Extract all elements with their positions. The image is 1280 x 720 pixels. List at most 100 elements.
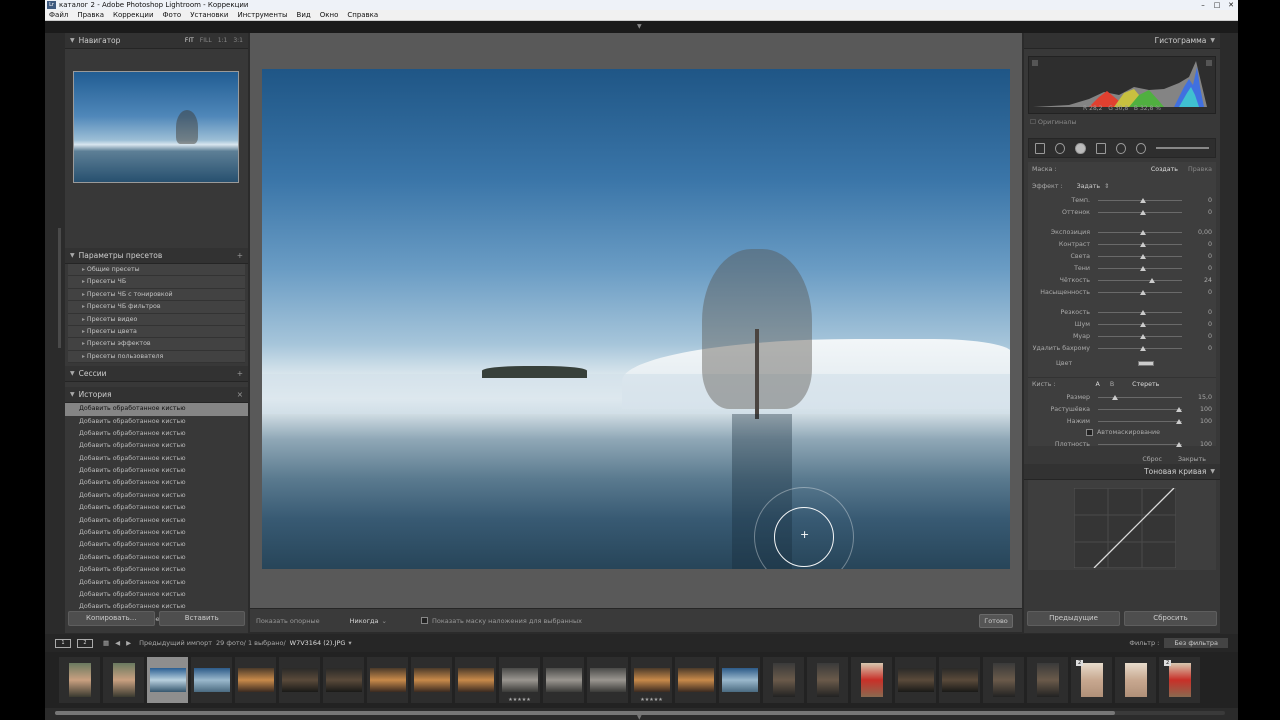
brush-slider[interactable]: Нажим 100 — [1028, 415, 1216, 427]
slider-value[interactable]: 24 — [1182, 277, 1212, 284]
brush-b-tab[interactable]: B — [1110, 381, 1114, 388]
preset-folder[interactable]: Пресеты пользователя — [68, 350, 245, 364]
history-item[interactable]: Добавить обработанное кистью — [65, 577, 248, 589]
color-swatch[interactable] — [1138, 361, 1155, 366]
filmstrip-thumbnail[interactable] — [587, 657, 628, 703]
slider-handle[interactable] — [1140, 241, 1146, 247]
history-item[interactable]: Добавить обработанное кистью — [65, 440, 248, 452]
effect-slider[interactable]: Чёткость 24 — [1028, 274, 1216, 286]
effect-slider[interactable]: Экспозиция 0,00 — [1028, 226, 1216, 238]
mask-close-button[interactable]: Закрыть — [1178, 456, 1206, 463]
tone-curve[interactable] — [1028, 480, 1216, 570]
history-item[interactable]: Добавить обработанное кистью — [65, 453, 248, 465]
slider-handle[interactable] — [1112, 394, 1118, 400]
effect-slider[interactable]: Резкость 0 — [1028, 306, 1216, 318]
filmstrip-thumbnail[interactable]: 2 — [1071, 657, 1112, 703]
tone-curve-graph[interactable] — [1074, 488, 1176, 568]
history-item[interactable]: Добавить обработанное кистью — [65, 502, 248, 514]
slider-handle[interactable] — [1140, 309, 1146, 315]
filmstrip-thumbnail[interactable] — [939, 657, 980, 703]
overlay-checkbox[interactable] — [420, 617, 428, 624]
preset-folder[interactable]: Пресеты ЧБ фильтров — [68, 301, 245, 314]
filmstrip-thumbnail[interactable] — [279, 657, 320, 703]
menu-help[interactable]: Справка — [343, 10, 383, 20]
maximize-icon[interactable]: □ — [1210, 0, 1224, 10]
menu-window[interactable]: Окно — [316, 10, 344, 20]
automask-row[interactable]: Автомаскирование — [1028, 427, 1216, 438]
density-slider[interactable]: Плотность 100 — [1028, 438, 1216, 450]
crop-tool-icon[interactable] — [1035, 142, 1046, 154]
slider-handle[interactable] — [1140, 265, 1146, 271]
grid-icon[interactable]: ▦ — [103, 639, 109, 647]
spot-removal-icon[interactable] — [1055, 142, 1066, 154]
filmstrip-thumbnail[interactable] — [1115, 657, 1156, 703]
filmstrip-thumbnail[interactable] — [455, 657, 496, 703]
navigator-preview[interactable] — [73, 71, 239, 183]
main-photo[interactable]: + — [262, 69, 1010, 569]
navigator-header[interactable]: ▼ Навигатор FIT FILL 1:1 3:1 — [65, 33, 248, 49]
slider-handle[interactable] — [1140, 197, 1146, 203]
file-name[interactable]: W7V3164 (2).JPG — [290, 639, 346, 647]
history-item[interactable]: Добавить обработанное кистью — [65, 527, 248, 539]
filmstrip-thumbnail[interactable] — [675, 657, 716, 703]
sessions-header[interactable]: ▼ Сессии + — [65, 366, 248, 383]
mask-create[interactable]: Создать — [1151, 166, 1178, 173]
filmstrip-thumbnail[interactable] — [103, 657, 144, 703]
effect-slider[interactable]: Света 0 — [1028, 250, 1216, 262]
zoom-fill[interactable]: FILL — [200, 37, 212, 44]
slider-value[interactable]: 100 — [1182, 418, 1212, 425]
filmstrip-thumbnail[interactable] — [191, 657, 232, 703]
slider-handle[interactable] — [1140, 229, 1146, 235]
slider-value[interactable]: 0,00 — [1182, 229, 1212, 236]
slider-value[interactable]: 0 — [1182, 309, 1212, 316]
filmstrip-thumbnail[interactable] — [763, 657, 804, 703]
menu-settings[interactable]: Установки — [186, 10, 233, 20]
slider-handle[interactable] — [1140, 321, 1146, 327]
slider-handle[interactable] — [1176, 418, 1182, 424]
back-arrow-icon[interactable]: ◀ — [115, 639, 120, 647]
preset-folder[interactable]: Пресеты цвета — [68, 325, 245, 339]
preset-folder[interactable]: Пресеты ЧБ — [68, 276, 245, 289]
brush-slider[interactable]: Размер 15,0 — [1028, 391, 1216, 403]
forward-arrow-icon[interactable]: ▶ — [126, 639, 131, 647]
menu-view[interactable]: Вид — [293, 10, 316, 20]
clear-history-icon[interactable]: × — [237, 390, 243, 399]
histogram-header[interactable]: Гистограмма ▼ — [1024, 33, 1220, 49]
preset-folder[interactable]: Пресеты ЧБ с тонировкой — [68, 288, 245, 302]
history-item[interactable]: Добавить обработанное кистью — [65, 589, 248, 601]
menu-edit[interactable]: Правка — [73, 10, 109, 20]
brush-erase-tab[interactable]: Стереть — [1132, 381, 1159, 388]
slider-handle[interactable] — [1140, 345, 1146, 351]
filmstrip-thumbnail[interactable] — [1027, 657, 1068, 703]
filmstrip-thumbnail[interactable] — [807, 657, 848, 703]
minimize-icon[interactable]: – — [1196, 0, 1210, 10]
history-item[interactable]: Добавить обработанное кистью — [65, 428, 248, 440]
adjustment-brush-icon[interactable] — [1136, 142, 1147, 154]
menu-file[interactable]: Файл — [45, 10, 73, 20]
effect-slider[interactable]: Удалить бахрому 0 — [1028, 342, 1216, 354]
slider-handle[interactable] — [1140, 253, 1146, 259]
presets-header[interactable]: ▼ Параметры пресетов + — [65, 248, 248, 264]
radial-filter-icon[interactable] — [1115, 142, 1127, 154]
show-pins-select[interactable]: Никогда — [350, 617, 379, 625]
filmstrip-thumbnail[interactable] — [59, 657, 100, 703]
add-session-icon[interactable]: + — [237, 369, 243, 378]
done-button[interactable]: Готово — [979, 613, 1013, 628]
mask-edit[interactable]: Правка — [1188, 166, 1212, 173]
history-header[interactable]: ▼ История × — [65, 387, 248, 404]
preset-folder[interactable]: Пресеты видео — [68, 313, 245, 326]
slider-handle[interactable] — [1176, 406, 1182, 412]
zoom-3-1[interactable]: 3:1 — [233, 37, 243, 44]
automask-checkbox[interactable] — [1086, 429, 1093, 436]
add-preset-icon[interactable]: + — [237, 251, 243, 260]
history-item[interactable]: Добавить обработанное кистью — [65, 477, 248, 489]
slider-value[interactable]: 0 — [1182, 253, 1212, 260]
filmstrip-thumbnail[interactable] — [147, 657, 188, 703]
history-item[interactable]: Добавить обработанное кистью — [65, 552, 248, 564]
menu-tools[interactable]: Инструменты — [233, 10, 292, 20]
slider-value[interactable]: 0 — [1182, 265, 1212, 272]
module-picker-collapsed[interactable]: ▼ — [45, 21, 1238, 33]
effect-slider[interactable]: Шум 0 — [1028, 318, 1216, 330]
brush-a-tab[interactable]: A — [1096, 381, 1100, 388]
slider-value[interactable]: 0 — [1182, 333, 1212, 340]
